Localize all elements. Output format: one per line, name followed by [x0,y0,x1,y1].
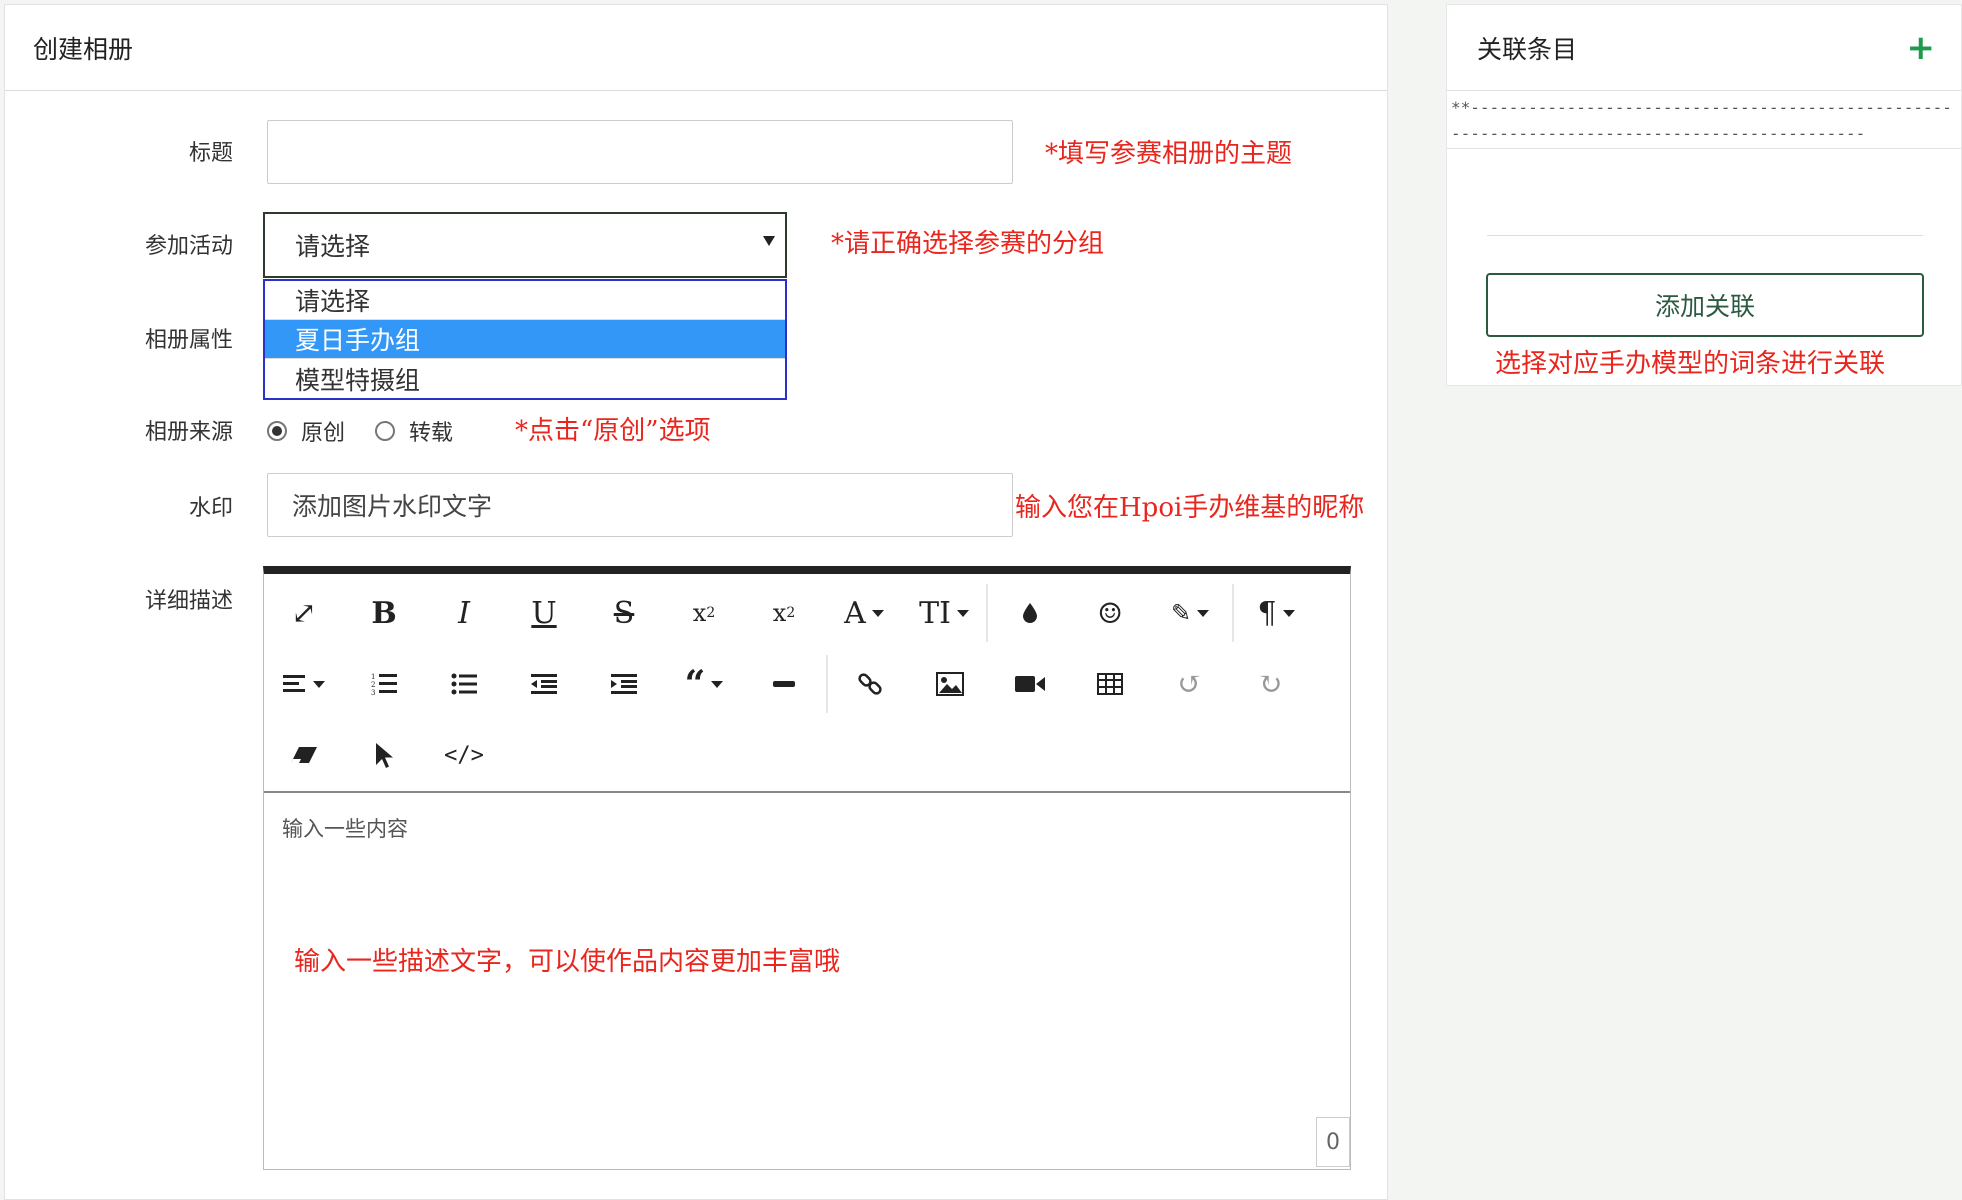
description-hint: 输入一些描述文字，可以使作品内容更加丰富哦 [294,947,841,977]
create-album-panel: 创建相册 标题 *填写参赛相册的主题 参加活动 请选择 *请正确选择参赛的分组 … [4,4,1388,1200]
related-items-panel: 关联条目 + **-------------------------------… [1446,4,1962,386]
radio-repost-label[interactable]: 转载 [409,415,453,447]
source-radio-group: 原创 转载 [267,415,483,447]
rich-text-editor: ⤢ B I U S x2 x2 A TI ☺ ✎ ¶ 1 2 3 “ ↺ ↻ <… [263,566,1351,1170]
editor-placeholder: 输入一些内容 [282,817,408,841]
add-association-button[interactable]: 添加关联 [1486,273,1924,337]
svg-text:3: 3 [371,689,375,696]
svg-text:2: 2 [371,681,375,689]
activity-label: 参加活动 [144,234,233,259]
editor-toolbar: ⤢ B I U S x2 x2 A TI ☺ ✎ ¶ 1 2 3 “ ↺ ↻ <… [264,574,1350,793]
magic-wand-icon[interactable]: ✎ [1150,583,1230,643]
eraser-icon[interactable] [264,725,344,785]
paragraph-icon[interactable]: ¶ [1236,583,1316,643]
description-label: 详细描述 [144,589,233,614]
radio-repost[interactable] [375,421,396,441]
unordered-list-icon[interactable] [424,654,504,714]
horizontal-rule-icon[interactable] [744,654,824,714]
property-label: 相册属性 [144,328,233,353]
cursor-icon[interactable] [344,725,424,785]
watermark-label: 水印 [188,496,233,521]
outdent-icon[interactable] [504,654,584,714]
redo-icon[interactable]: ↻ [1230,654,1310,714]
watermark-input[interactable]: 添加图片水印文字 [267,473,1013,537]
dropdown-option[interactable]: 模型特摄组 [265,359,785,398]
bold-icon[interactable]: B [344,583,424,643]
radio-original-label[interactable]: 原创 [301,415,345,447]
plus-icon[interactable]: + [1907,28,1936,68]
activity-hint: *请正确选择参赛的分组 [831,229,1105,259]
source-hint: *点击“原创”选项 [515,416,711,446]
code-icon[interactable]: </> [424,725,504,785]
strikethrough-icon[interactable]: S [584,583,664,643]
page-title: 创建相册 [5,5,1387,91]
editor-content-area[interactable]: 输入一些内容 输入一些描述文字，可以使作品内容更加丰富哦 0 [264,793,1350,1167]
char-counter: 0 [1316,1117,1350,1167]
image-icon[interactable] [910,654,990,714]
superscript-icon[interactable]: x2 [744,583,824,643]
italic-icon[interactable]: I [424,583,504,643]
fullscreen-icon[interactable]: ⤢ [264,583,344,643]
undo-icon[interactable]: ↺ [1150,654,1230,714]
font-size-icon[interactable]: TI [904,583,984,643]
link-icon[interactable] [830,654,910,714]
indent-icon[interactable] [584,654,664,714]
related-items-header: 关联条目 + [1447,5,1961,91]
source-label: 相册来源 [144,420,233,445]
association-hint: 选择对应手办模型的词条进行关联 [1495,349,1886,379]
emoji-icon[interactable]: ☺ [1070,583,1150,643]
droplet-icon[interactable] [990,583,1070,643]
title-label: 标题 [188,141,233,166]
title-hint: *填写参赛相册的主题 [1045,139,1293,169]
watermark-hint: 输入您在Hpoi手办维基的昵称 [1015,493,1365,523]
related-items-title: 关联条目 [1477,34,1578,64]
activity-select-value: 请选择 [295,232,371,261]
ordered-list-icon[interactable]: 123 [344,654,424,714]
table-icon[interactable] [1070,654,1150,714]
activity-select[interactable]: 请选择 [263,212,787,278]
dropdown-option[interactable]: 请选择 [265,281,785,320]
related-items-list: **--------------------------------------… [1447,91,1961,149]
radio-original[interactable] [267,421,287,441]
chevron-down-icon [763,236,775,246]
subscript-icon[interactable]: x2 [664,583,744,643]
video-icon[interactable] [990,654,1070,714]
align-icon[interactable] [264,654,344,714]
activity-dropdown: 请选择 夏日手办组 模型特摄组 [263,279,787,400]
underline-icon[interactable]: U [504,583,584,643]
quote-icon[interactable]: “ [664,654,744,714]
divider [1487,235,1923,236]
title-input[interactable] [267,120,1013,184]
dropdown-option-selected[interactable]: 夏日手办组 [265,320,785,359]
svg-text:1: 1 [371,673,375,681]
font-color-icon[interactable]: A [824,583,904,643]
